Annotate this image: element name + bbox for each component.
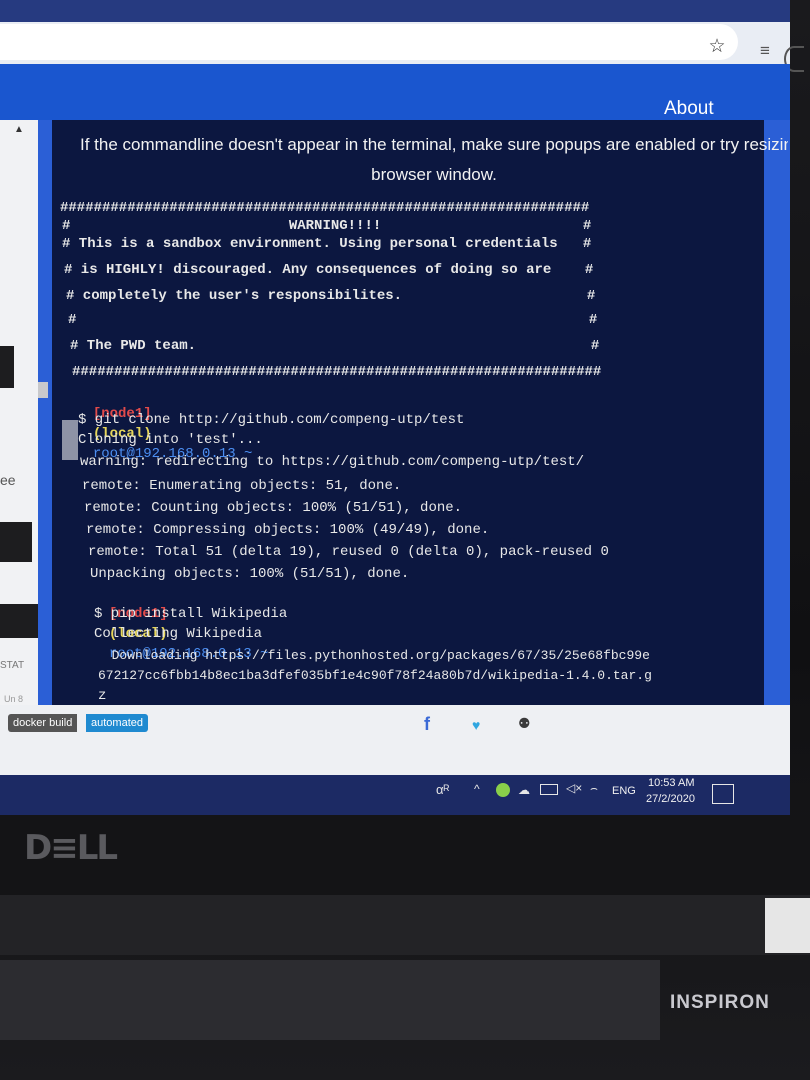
left-panel-label: Un 8 (4, 694, 24, 704)
wifi-icon[interactable]: ⌢ (590, 781, 598, 796)
volume-icon[interactable]: ◁× (566, 781, 582, 795)
output-line: remote: Compressing objects: 100% (49/49… (86, 522, 490, 538)
clock-time[interactable]: 10:53 AM (648, 777, 694, 789)
reading-list-icon[interactable]: ≡ (752, 40, 778, 62)
banner-line: # The PWD team. # (70, 338, 600, 354)
laptop-hinge (0, 895, 810, 955)
banner-line: # completely the user's responsibilites.… (66, 288, 596, 304)
output-line: warning: redirecting to https://github.c… (80, 454, 585, 470)
inspiron-logo: INSPIRON (670, 992, 770, 1013)
twitter-icon[interactable]: ♥ (472, 716, 486, 734)
terminal-notice: If the commandline doesn't appear in the… (80, 130, 788, 190)
output-line: 672127cc6fbb14b8ec1ba3dfef035bf1e4c90f78… (98, 668, 652, 683)
banner-line: # is HIGHLY! discouraged. Any consequenc… (64, 262, 594, 278)
command-line: $ git clone http://github.com/compeng-ut… (78, 412, 465, 428)
hinge-cap (765, 898, 810, 953)
about-link[interactable]: About (664, 98, 714, 120)
scrollbar-thumb[interactable] (38, 382, 48, 398)
language-indicator[interactable]: ENG (612, 785, 636, 797)
terminal-notice-line: browser window. (371, 165, 497, 184)
banner-line: # # (68, 312, 598, 328)
terminal-notice-line: If the commandline doesn't appear in the… (80, 135, 788, 154)
cloud-icon[interactable]: ☁ (518, 783, 530, 797)
output-line: Cloning into 'test'... (78, 432, 263, 448)
laptop-bezel (0, 815, 810, 895)
output-line: remote: Enumerating objects: 51, done. (82, 478, 402, 494)
banner-line: # WARNING!!!! # (62, 218, 592, 234)
output-line: z (98, 688, 107, 704)
scroll-up-icon[interactable]: ▲ (14, 124, 28, 136)
docker-build-badge[interactable]: docker build (8, 714, 78, 732)
browser-tab-strip (0, 0, 790, 22)
people-icon[interactable]: αᴿ (436, 782, 449, 797)
speaker-grille (0, 960, 660, 1040)
tray-expand-icon[interactable]: ^ (474, 782, 480, 796)
left-panel-label: ee (0, 472, 16, 488)
banner-line: ########################################… (60, 200, 590, 216)
left-panel-button[interactable] (0, 522, 32, 562)
output-line: remote: Total 51 (delta 19), reused 0 (d… (88, 544, 609, 560)
output-line: Unpacking objects: 100% (51/51), done. (90, 566, 410, 582)
command-line: $ pip install Wikipedia (94, 606, 288, 622)
output-line: Collecting Wikipedia (94, 626, 263, 642)
banner-line: ########################################… (72, 364, 602, 380)
clock-date[interactable]: 27/2/2020 (646, 793, 695, 805)
output-line: Downloading https://files.pythonhosted.o… (96, 648, 650, 663)
onedrive-icon[interactable] (496, 783, 510, 797)
left-panel-button[interactable] (0, 604, 38, 638)
automated-badge[interactable]: automated (86, 714, 148, 732)
address-field[interactable] (0, 24, 738, 60)
github-icon[interactable]: ⚉ (518, 714, 534, 732)
star-icon[interactable]: ☆ (706, 36, 728, 58)
facebook-icon[interactable]: f (424, 714, 438, 734)
banner-line: # This is a sandbox environment. Using p… (62, 236, 592, 252)
battery-icon[interactable] (540, 784, 558, 795)
left-panel-button[interactable] (0, 346, 14, 388)
dell-logo: D≡LL (24, 828, 118, 868)
left-panel-label: STAT (0, 660, 25, 671)
output-line: remote: Counting objects: 100% (51/51), … (84, 500, 463, 516)
notification-icon[interactable] (712, 784, 734, 804)
